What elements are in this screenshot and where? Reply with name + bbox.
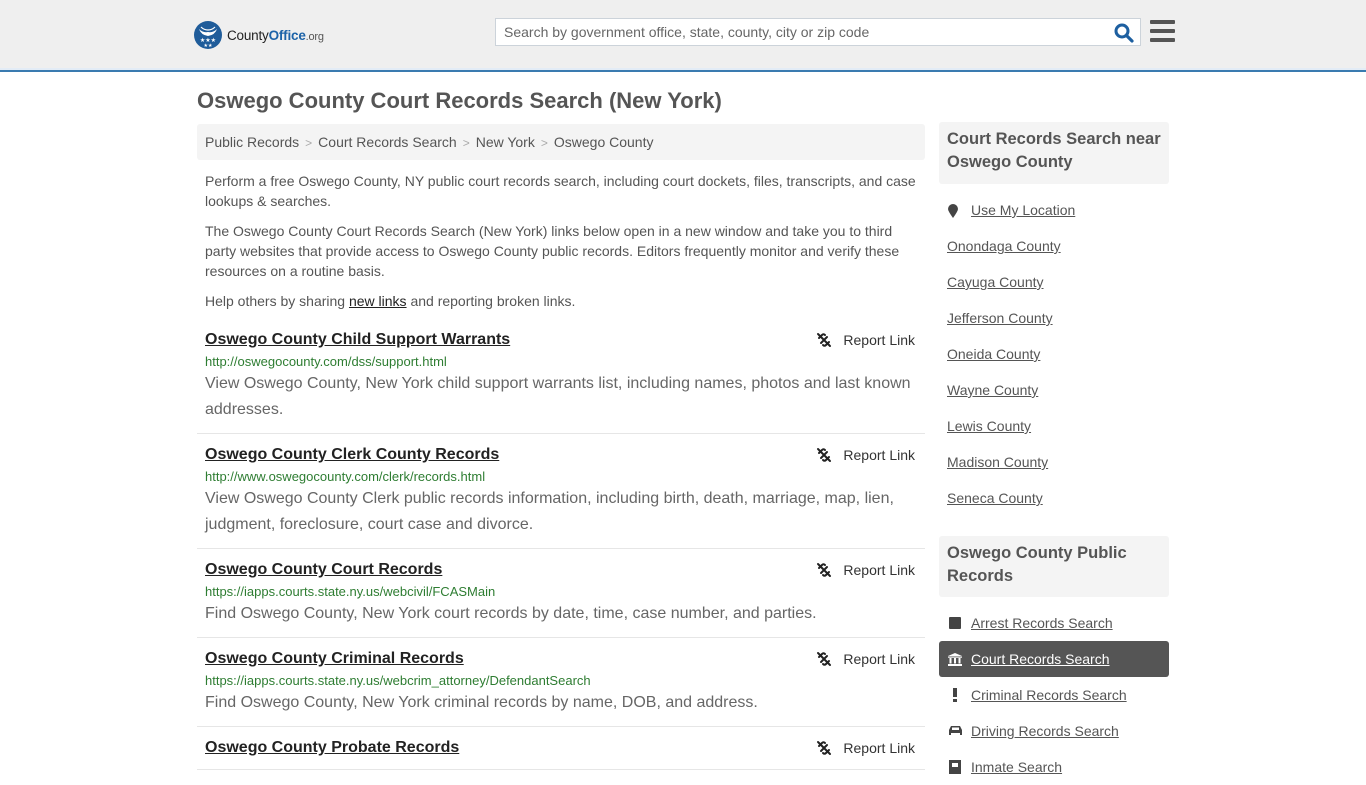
breadcrumb-court-records-search[interactable]: Court Records Search [318, 134, 457, 150]
result-description: View Oswego County Clerk public records … [205, 490, 894, 533]
result-item: Oswego County Clerk County Records Repor… [197, 434, 925, 549]
result-item: Oswego County Child Support Warrants Rep… [197, 329, 925, 434]
sidebar-item-court-records[interactable]: Court Records Search [939, 641, 1169, 677]
result-title-link[interactable]: Oswego County Criminal Records [205, 648, 464, 670]
report-link-button[interactable]: Report Link [816, 737, 915, 759]
broken-link-icon [817, 652, 832, 666]
breadcrumb: Public Records > Court Records Search > New … [197, 124, 925, 160]
result-item: Oswego County Court Records Report Link … [197, 549, 925, 638]
report-link-button[interactable]: Report Link [816, 329, 915, 351]
result-description: View Oswego County, New York child suppo… [205, 375, 911, 418]
breadcrumb-separator: > [305, 136, 313, 150]
result-description: Find Oswego County, New York court recor… [205, 605, 817, 622]
breadcrumb-oswego-county[interactable]: Oswego County [554, 134, 654, 150]
site-header: ★★★ ★★ CountyOffice.org [0, 0, 1366, 72]
sidebar-item-jefferson[interactable]: Jefferson County [939, 300, 1169, 336]
eagle-logo-icon: ★★★ ★★ [194, 21, 222, 49]
svg-text:★★: ★★ [204, 43, 213, 49]
report-link-button[interactable]: Report Link [816, 648, 915, 670]
nearby-heading: Court Records Search near Oswego County [939, 122, 1169, 184]
result-title-link[interactable]: Oswego County Child Support Warrants [205, 329, 510, 351]
result-item: Oswego County Criminal Records Report Li… [197, 638, 925, 727]
sidebar-item-driving-records[interactable]: Driving Records Search [939, 713, 1169, 749]
search-bar [495, 18, 1141, 46]
sidebar-item-onondaga[interactable]: Onondaga County [939, 228, 1169, 264]
broken-link-icon [817, 563, 832, 577]
new-links-link[interactable]: new links [349, 293, 407, 309]
sidebar-item-seneca[interactable]: Seneca County [939, 480, 1169, 516]
result-url: https://iapps.courts.state.ny.us/webcivi… [205, 584, 496, 599]
sidebar-item-inmate-search[interactable]: Inmate Search [939, 749, 1169, 785]
breadcrumb-public-records[interactable]: Public Records [205, 134, 299, 150]
broken-link-icon [817, 741, 832, 755]
public-records-heading: Oswego County Public Records [939, 536, 1169, 597]
broken-link-icon [817, 333, 832, 347]
report-link-button[interactable]: Report Link [816, 444, 915, 466]
public-records-list: Arrest Records Search Court Records Sear… [939, 605, 1169, 785]
intro-text: Perform a free Oswego County, NY public … [205, 171, 921, 321]
sidebar-item-arrest-records[interactable]: Arrest Records Search [939, 605, 1169, 641]
use-my-location-item[interactable]: Use My Location [939, 192, 1169, 228]
nearby-counties-list: Use My Location Onondaga County Cayuga C… [939, 192, 1169, 516]
result-title-link[interactable]: Oswego County Court Records [205, 559, 442, 581]
sidebar-item-lewis[interactable]: Lewis County [939, 408, 1169, 444]
search-button[interactable] [1114, 23, 1134, 43]
sidebar-item-criminal-records[interactable]: Criminal Records Search [939, 677, 1169, 713]
car-icon [947, 723, 963, 739]
results-list: Oswego County Child Support Warrants Rep… [197, 329, 925, 770]
broken-link-icon [817, 448, 832, 462]
result-description: Find Oswego County, New York criminal re… [205, 694, 758, 711]
courthouse-icon [947, 651, 963, 667]
breadcrumb-new-york[interactable]: New York [476, 134, 535, 150]
report-link-button[interactable]: Report Link [816, 559, 915, 581]
use-my-location-link[interactable]: Use My Location [971, 202, 1075, 218]
result-url: https://iapps.courts.state.ny.us/webcrim… [205, 673, 591, 688]
result-title-link[interactable]: Oswego County Probate Records [205, 737, 459, 759]
exclamation-icon [947, 687, 963, 703]
square-icon [947, 615, 963, 631]
result-item: Oswego County Probate Records Report Lin… [197, 727, 925, 770]
sidebar-item-wayne[interactable]: Wayne County [939, 372, 1169, 408]
intro-paragraph-2: The Oswego County Court Records Search (… [205, 223, 900, 279]
page-title: Oswego County Court Records Search (New … [197, 88, 722, 113]
result-url: http://www.oswegocounty.com/clerk/record… [205, 469, 486, 484]
result-url: http://oswegocounty.com/dss/support.html [205, 354, 447, 369]
hamburger-menu-icon[interactable] [1150, 20, 1175, 42]
sidebar-item-oneida[interactable]: Oneida County [939, 336, 1169, 372]
intro-paragraph-1: Perform a free Oswego County, NY public … [205, 173, 916, 209]
search-icon [1114, 23, 1134, 43]
map-marker-icon [947, 202, 959, 218]
inmate-icon [947, 759, 963, 775]
result-title-link[interactable]: Oswego County Clerk County Records [205, 444, 499, 466]
search-input[interactable] [496, 19, 1106, 45]
intro-paragraph-3: Help others by sharing new links and rep… [205, 293, 576, 309]
breadcrumb-separator: > [540, 136, 548, 150]
sidebar-item-madison[interactable]: Madison County [939, 444, 1169, 480]
logo-wordmark: CountyOffice.org [227, 27, 324, 43]
site-logo[interactable]: ★★★ ★★ CountyOffice.org [194, 21, 324, 49]
sidebar-item-cayuga[interactable]: Cayuga County [939, 264, 1169, 300]
breadcrumb-separator: > [462, 136, 470, 150]
